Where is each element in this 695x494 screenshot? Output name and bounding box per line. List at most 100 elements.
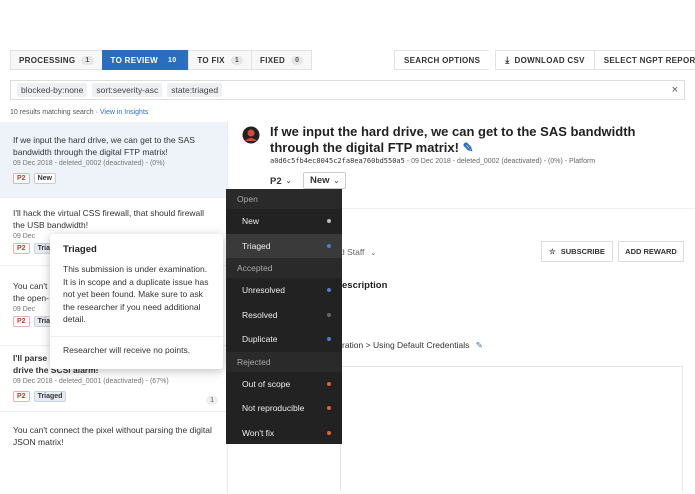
item-meta: 09 Dec 2018 - deleted_0002 (deactivated)… xyxy=(13,160,165,167)
report-title: If we input the hard drive, we can get t… xyxy=(270,124,680,156)
weakness-field: ration > Using Default Credentials ✎ xyxy=(342,340,483,351)
dropdown-item-not-reproducible[interactable]: Not reproducible xyxy=(226,396,342,421)
report-meta: a0d6c5fb4ec0045c2fa8ea760bd550a5 - 09 De… xyxy=(270,157,595,165)
dropdown-group-accepted: Accepted xyxy=(226,258,342,278)
weakness-value: ration > Using Default Credentials xyxy=(342,340,470,350)
state-badge: New xyxy=(33,173,56,184)
tab-count: 1 xyxy=(81,55,94,65)
dropdown-item-new[interactable]: New xyxy=(226,209,342,234)
tab-label: TO FIX xyxy=(197,55,225,65)
description-box xyxy=(340,366,683,491)
filter-chip[interactable]: state:triaged xyxy=(167,83,223,97)
tab-count: 10 xyxy=(164,55,181,65)
severity-select[interactable]: P2 ⌄ xyxy=(270,173,292,189)
state-badge: Triaged xyxy=(33,391,67,402)
results-summary: 10 results matching search · View in Ins… xyxy=(10,109,148,116)
dropdown-item-label: Not reproducible xyxy=(242,403,305,414)
severity-badge: P2 xyxy=(13,173,30,184)
status-dot xyxy=(327,337,331,342)
state-value: New xyxy=(310,175,330,186)
dropdown-item-wont-fix[interactable]: Won't fix xyxy=(226,421,342,445)
state-dropdown-menu: Open New Triaged Accepted Unresolved Res… xyxy=(226,189,342,444)
status-dot xyxy=(327,219,331,224)
status-dot xyxy=(327,430,331,435)
avatar-icon xyxy=(242,126,260,144)
dropdown-item-label: Unresolved xyxy=(242,285,285,296)
tooltip-heading: Triaged xyxy=(63,244,97,255)
item-title: If we input the hard drive, we can get t… xyxy=(13,135,195,157)
dropdown-item-label: Won't fix xyxy=(242,427,275,438)
view-insights-link[interactable]: View in Insights xyxy=(100,109,149,116)
star-icon: ☆ xyxy=(549,247,556,256)
chevron-down-icon: ⌄ xyxy=(333,177,340,185)
status-dot xyxy=(327,312,331,317)
severity-badge: P2 xyxy=(13,391,30,402)
tooltip-description: This submission is under examination. It… xyxy=(63,264,209,324)
chevron-down-icon: ⌄ xyxy=(370,250,377,257)
filter-chip[interactable]: blocked-by:none xyxy=(17,83,88,97)
clear-search-icon[interactable]: × xyxy=(672,84,678,96)
tab-label: PROCESSING xyxy=(19,55,76,65)
dropdown-item-label: New xyxy=(242,216,260,227)
item-title: You can't connect the pixel without pars… xyxy=(13,425,212,447)
item-title: I'll hack the virtual CSS firewall, that… xyxy=(13,208,205,230)
toolbar: SEARCH OPTIONS ⤓ DOWNLOAD CSV SELECT NGPT… xyxy=(394,50,695,70)
state-select[interactable]: New ⌄ xyxy=(303,172,347,189)
tab-to-review[interactable]: TO REVIEW 10 xyxy=(101,50,189,70)
download-icon: ⤓ xyxy=(505,54,510,65)
dropdown-item-label: Triaged xyxy=(242,240,271,251)
dropdown-item-label: Out of scope xyxy=(242,378,291,389)
results-count: 10 results matching search xyxy=(10,109,94,116)
add-reward-button[interactable]: ADD REWARD xyxy=(618,241,684,262)
item-meta: 09 Dec 2018 - deleted_0001 (deactivated)… xyxy=(13,378,169,385)
status-dot xyxy=(327,381,331,386)
dropdown-item-duplicate[interactable]: Duplicate xyxy=(226,327,342,352)
report-title-text: If we input the hard drive, we can get t… xyxy=(270,124,636,155)
severity-badge: P2 xyxy=(13,243,30,254)
edit-title-icon[interactable]: ✎ xyxy=(463,140,474,155)
search-input[interactable]: blocked-by:none sort:severity-asc state:… xyxy=(10,80,685,100)
tooltip-divider xyxy=(50,335,223,337)
assignee-select[interactable]: d Staff ⌄ xyxy=(340,247,376,257)
dropdown-item-unresolved[interactable]: Unresolved xyxy=(226,278,342,303)
avatar xyxy=(242,126,260,144)
filter-chip[interactable]: sort:severity-asc xyxy=(92,83,163,97)
dropdown-item-label: Resolved xyxy=(242,309,278,320)
tab-to-fix[interactable]: TO FIX 1 xyxy=(188,50,252,70)
queue-tabs: PROCESSING 1 TO REVIEW 10 TO FIX 1 FIXED 0 xyxy=(10,50,313,70)
assignee-value: d Staff xyxy=(340,247,365,257)
tab-fixed[interactable]: FIXED 0 xyxy=(251,50,313,70)
download-csv-label: DOWNLOAD CSV xyxy=(514,55,585,65)
list-item[interactable]: You can't connect the pixel without pars… xyxy=(0,412,227,472)
report-meta-text: - 09 Dec 2018 - deleted_0002 (deactivate… xyxy=(404,158,596,165)
report-hash: a0d6c5fb4ec0045c2fa8ea760bd550a5 xyxy=(270,157,405,165)
subscribe-button[interactable]: ☆ SUBSCRIBE xyxy=(541,241,613,262)
tab-label: TO REVIEW xyxy=(110,55,158,65)
select-report-label: SELECT NGPT REPORT xyxy=(603,55,695,65)
severity-value: P2 xyxy=(270,175,282,187)
state-tooltip: Triaged This submission is under examina… xyxy=(50,234,223,369)
chevron-down-icon: ⌄ xyxy=(285,178,292,185)
dropdown-group-open: Open xyxy=(226,189,342,209)
dropdown-group-rejected: Rejected xyxy=(226,351,342,372)
download-csv-button[interactable]: ⤓ DOWNLOAD CSV xyxy=(495,50,594,70)
status-dot xyxy=(327,288,331,293)
select-report-dropdown[interactable]: SELECT NGPT REPORT⌄ xyxy=(593,50,695,70)
subscribe-label: SUBSCRIBE xyxy=(560,247,605,256)
status-dot xyxy=(327,406,331,411)
tooltip-footer: Researcher will receive no points. xyxy=(63,344,191,355)
dropdown-item-out-of-scope[interactable]: Out of scope xyxy=(226,372,342,397)
description-heading: escription xyxy=(342,280,388,291)
dropdown-item-resolved[interactable]: Resolved xyxy=(226,303,342,328)
severity-badge: P2 xyxy=(13,316,30,327)
list-item[interactable]: If we input the hard drive, we can get t… xyxy=(0,122,227,198)
tab-label: FIXED xyxy=(260,55,286,65)
status-dot xyxy=(327,243,331,248)
search-options-button[interactable]: SEARCH OPTIONS xyxy=(394,50,490,70)
dropdown-item-triaged[interactable]: Triaged xyxy=(226,233,342,258)
edit-weakness-icon[interactable]: ✎ xyxy=(476,340,483,350)
tab-count: 1 xyxy=(230,55,244,65)
comment-count-badge: 1 xyxy=(206,396,218,405)
tab-processing[interactable]: PROCESSING 1 xyxy=(10,50,102,70)
tab-count: 0 xyxy=(291,55,304,65)
